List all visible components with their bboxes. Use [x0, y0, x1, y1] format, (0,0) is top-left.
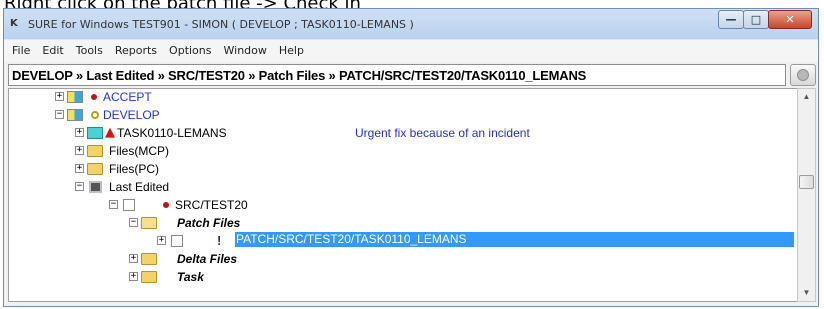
- scroll-thumb[interactable]: [799, 175, 814, 189]
- collapse-icon[interactable]: −: [109, 200, 118, 209]
- menu-bar: File Edit Tools Reports Options Window Help: [4, 39, 818, 62]
- stage-icon: [67, 91, 83, 103]
- tree-label: Files(MCP): [109, 144, 169, 158]
- stage-icon: [67, 109, 83, 121]
- circle-icon: [797, 69, 809, 81]
- tree-node-files-pc[interactable]: + Files(PC): [9, 161, 797, 178]
- tree-node-src-test20[interactable]: − SRC/TEST20: [9, 197, 797, 214]
- tree-node-task[interactable]: + ▲ TASK0110-LEMANS Urgent fix because o…: [9, 125, 797, 142]
- menu-edit[interactable]: Edit: [36, 40, 69, 57]
- tree-label: TASK0110-LEMANS: [117, 126, 227, 140]
- expand-icon[interactable]: +: [75, 146, 84, 155]
- expand-icon[interactable]: +: [129, 254, 138, 263]
- tree-label: PATCH/SRC/TEST20/TASK0110_LEMANS: [236, 232, 467, 246]
- tree-node-last-edited[interactable]: − Last Edited: [9, 179, 797, 196]
- folder-icon: [141, 271, 157, 283]
- menu-window[interactable]: Window: [218, 40, 273, 57]
- breadcrumb-text: DEVELOP » Last Edited » SRC/TEST20 » Pat…: [12, 68, 587, 83]
- menu-options[interactable]: Options: [163, 40, 217, 57]
- file-icon: [123, 199, 135, 211]
- tree-node-task-folder[interactable]: + Task: [9, 269, 797, 286]
- expand-icon[interactable]: +: [75, 164, 84, 173]
- status-ring-icon: [91, 111, 99, 119]
- scroll-down-icon[interactable]: ▼: [798, 285, 815, 301]
- window-title: SURE for Windows TEST901 - SIMON ( DEVEL…: [28, 18, 414, 31]
- collapse-icon[interactable]: −: [55, 110, 64, 119]
- tree-label: SRC/TEST20: [175, 198, 248, 212]
- maximize-button[interactable]: □: [743, 10, 769, 29]
- tree-node-patch-files[interactable]: − Patch Files: [9, 215, 797, 232]
- tree-label: Task: [177, 270, 204, 284]
- file-icon: [171, 235, 183, 247]
- task-description: Urgent fix because of an incident: [355, 126, 530, 140]
- tree-label: Files(PC): [109, 162, 159, 176]
- app-icon: K: [10, 18, 18, 29]
- tree-label: Delta Files: [177, 252, 238, 266]
- tree-label: Patch Files: [177, 216, 241, 230]
- title-bar: K SURE for Windows TEST901 - SIMON ( DEV…: [4, 9, 818, 39]
- collapse-icon[interactable]: −: [129, 218, 138, 227]
- tree-label: Last Edited: [109, 180, 170, 194]
- expand-icon[interactable]: +: [55, 92, 64, 101]
- history-icon: [89, 181, 102, 193]
- menu-help[interactable]: Help: [273, 40, 310, 57]
- scroll-up-icon[interactable]: ▲: [798, 89, 815, 105]
- status-dot-icon: [91, 94, 97, 100]
- selected-tree-item[interactable]: PATCH/SRC/TEST20/TASK0110_LEMANS: [235, 232, 794, 247]
- path-go-button[interactable]: [790, 64, 816, 86]
- tree-view[interactable]: + ACCEPT − DEVELOP + ▲ TASK0110-LEMANS U…: [8, 88, 797, 302]
- breadcrumb: DEVELOP » Last Edited » SRC/TEST20 » Pat…: [8, 64, 786, 86]
- tree-node-accept[interactable]: + ACCEPT: [9, 89, 797, 106]
- close-button[interactable]: ✕: [768, 10, 812, 29]
- folder-icon: [141, 253, 157, 265]
- minimize-button[interactable]: —: [718, 10, 744, 29]
- expand-icon[interactable]: +: [129, 272, 138, 281]
- menu-file[interactable]: File: [4, 40, 36, 57]
- folder-icon: [87, 163, 103, 175]
- vertical-scrollbar[interactable]: ▲ ▼: [797, 88, 816, 302]
- menu-reports[interactable]: Reports: [109, 40, 163, 57]
- task-icon: [87, 127, 103, 139]
- collapse-icon[interactable]: −: [75, 182, 84, 191]
- warning-icon: ▲: [105, 125, 115, 140]
- menu-tools[interactable]: Tools: [70, 40, 109, 57]
- tree-label: DEVELOP: [103, 108, 160, 122]
- tree-node-delta-files[interactable]: + Delta Files: [9, 251, 797, 268]
- tree-label: ACCEPT: [103, 90, 152, 104]
- expand-icon[interactable]: +: [157, 236, 166, 245]
- tree-node-files-mcp[interactable]: + Files(MCP): [9, 143, 797, 160]
- app-window: K SURE for Windows TEST901 - SIMON ( DEV…: [3, 8, 819, 307]
- open-folder-icon: [141, 217, 157, 229]
- alert-icon: !: [217, 233, 222, 248]
- expand-icon[interactable]: +: [75, 128, 84, 137]
- tree-node-develop[interactable]: − DEVELOP: [9, 107, 797, 124]
- status-dot-icon: [163, 202, 169, 208]
- folder-icon: [87, 145, 103, 157]
